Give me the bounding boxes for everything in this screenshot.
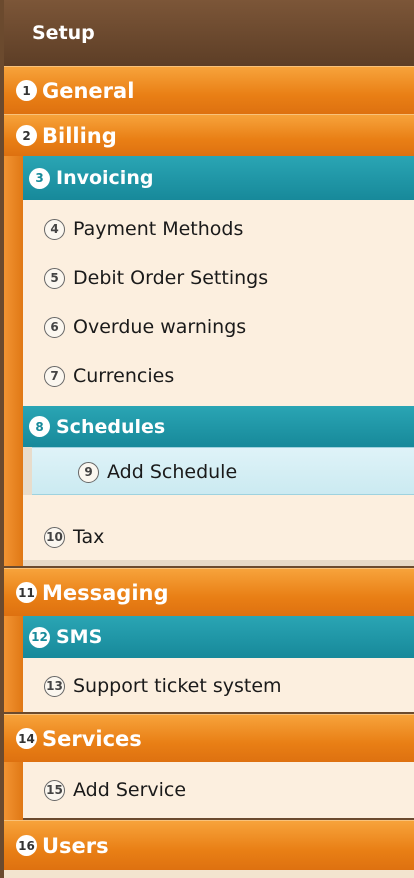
menu-item-label: Overdue warnings [73, 316, 247, 338]
menu-item-label: Services [42, 726, 142, 751]
menu-item-users[interactable]: 16 Users [4, 820, 414, 870]
messaging-group-rail [4, 616, 23, 712]
step-number-badge: 16 [16, 835, 37, 856]
step-number-badge: 2 [16, 125, 37, 146]
menu-item-payment-methods[interactable]: 4 Payment Methods [44, 211, 243, 247]
menu-item-tax[interactable]: 10 Tax [44, 519, 104, 555]
menu-item-invoicing[interactable]: 3 Invoicing [23, 156, 414, 200]
step-number-badge: 7 [44, 365, 65, 387]
step-number-badge: 10 [44, 526, 65, 548]
menu-item-add-service[interactable]: 15 Add Service [44, 772, 186, 808]
menu-item-label: Invoicing [56, 167, 154, 189]
step-number-badge: 14 [16, 728, 37, 749]
menu-item-label: Support ticket system [73, 675, 282, 697]
step-number-badge: 1 [16, 80, 37, 101]
menu-item-services[interactable]: 14 Services [4, 714, 414, 762]
services-group-rail [4, 762, 23, 820]
menu-item-debit-order-settings[interactable]: 5 Debit Order Settings [44, 260, 268, 296]
menu-item-overdue-warnings[interactable]: 6 Overdue warnings [44, 309, 246, 345]
menu-item-label: Messaging [42, 580, 169, 605]
billing-group-rail [4, 156, 23, 566]
menu-item-label: General [42, 78, 135, 103]
menu-item-currencies[interactable]: 7 Currencies [44, 358, 174, 394]
menu-item-label: SMS [56, 626, 103, 648]
step-number-badge: 11 [16, 582, 37, 603]
menu-item-sms[interactable]: 12 SMS [23, 616, 414, 658]
step-number-badge: 4 [44, 218, 65, 240]
step-number-badge: 13 [44, 675, 65, 697]
menu-item-support-ticket-system[interactable]: 13 Support ticket system [44, 668, 282, 704]
panel-title: Setup [32, 22, 95, 44]
menu-item-label: Schedules [56, 415, 166, 438]
step-number-badge: 3 [29, 167, 50, 189]
step-number-badge: 8 [29, 416, 50, 437]
menu-item-messaging[interactable]: 11 Messaging [4, 568, 414, 616]
menu-item-label: Payment Methods [73, 218, 244, 240]
schedules-indent [23, 447, 32, 495]
step-number-badge: 5 [44, 267, 65, 289]
billing-group-bottom [23, 560, 414, 566]
menu-item-label: Tax [73, 526, 105, 548]
step-number-badge: 9 [78, 461, 99, 483]
menu-item-add-schedule[interactable]: 9 Add Schedule [32, 447, 414, 495]
menu-item-schedules[interactable]: 8 Schedules [23, 406, 414, 447]
menu-item-label: Billing [42, 123, 117, 148]
menu-item-label: Add Service [73, 779, 187, 801]
menu-item-general[interactable]: 1 General [4, 66, 414, 114]
menu-item-label: Add Schedule [107, 461, 238, 483]
menu-item-label: Users [42, 833, 109, 858]
setup-menu-panel: Setup 1 General 2 Billing 3 Invoicing 4 … [0, 0, 414, 878]
menu-item-label: Debit Order Settings [73, 267, 269, 289]
panel-bottom-edge [4, 870, 414, 878]
panel-header: Setup [4, 0, 414, 66]
menu-item-label: Currencies [73, 365, 175, 387]
step-number-badge: 15 [44, 779, 65, 801]
menu-item-billing[interactable]: 2 Billing [4, 114, 414, 156]
step-number-badge: 6 [44, 316, 65, 338]
step-number-badge: 12 [29, 626, 50, 648]
